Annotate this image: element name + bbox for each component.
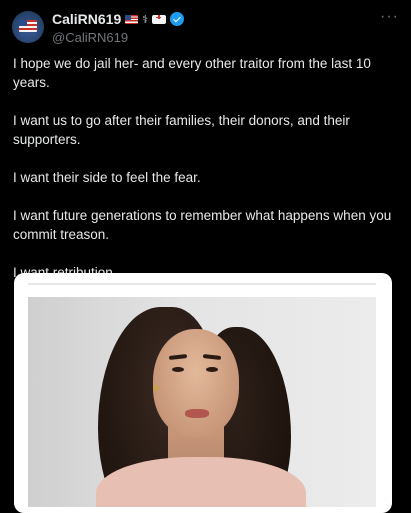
media-photo[interactable]: [28, 297, 376, 507]
photo-lips: [185, 409, 209, 418]
user-handle[interactable]: @CaliRN619: [52, 30, 381, 45]
tweet-paragraph: I want their side to feel the fear.: [13, 170, 201, 185]
tweet[interactable]: CaliRN619 ⚕ @CaliRN619 ··· I hope we do …: [0, 0, 411, 513]
tweet-text: I hope we do jail her- and every other t…: [13, 54, 398, 301]
more-options-icon[interactable]: ···: [380, 8, 399, 26]
photo-eye: [206, 367, 218, 372]
verified-badge-icon[interactable]: [170, 12, 185, 26]
media-card[interactable]: [14, 273, 392, 513]
tweet-header: CaliRN619 ⚕ @CaliRN619: [52, 10, 381, 45]
tweet-paragraph: I want future generations to remember wh…: [13, 208, 392, 242]
photo-face: [153, 329, 239, 437]
tweet-paragraph: I hope we do jail her- and every other t…: [13, 56, 371, 90]
card-divider: [28, 283, 376, 285]
us-flag-icon: [125, 14, 139, 24]
display-name[interactable]: CaliRN619: [52, 11, 121, 27]
name-row: CaliRN619 ⚕: [52, 10, 381, 28]
avatar[interactable]: [12, 11, 44, 43]
stethoscope-icon: ⚕: [142, 13, 149, 26]
photo-eye: [172, 367, 184, 372]
tweet-paragraph: I want us to go after their families, th…: [13, 113, 350, 147]
photo-brow: [202, 354, 222, 360]
ambulance-icon: [152, 14, 167, 24]
photo-brow: [168, 354, 188, 360]
flag-icon: [19, 20, 37, 32]
photo-earring: [153, 385, 159, 391]
